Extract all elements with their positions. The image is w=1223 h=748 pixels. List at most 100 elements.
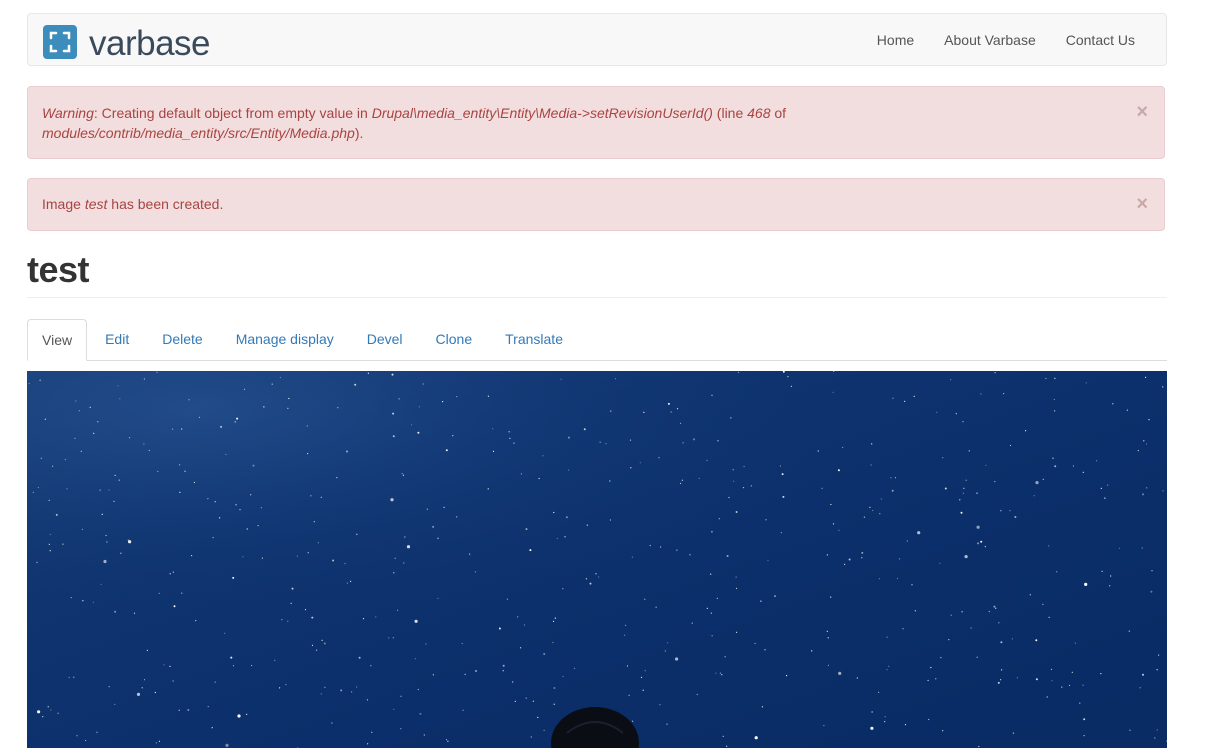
star: [830, 596, 832, 598]
starry-night-image: [27, 371, 1167, 748]
star: [629, 439, 632, 441]
star: [271, 383, 273, 385]
star: [532, 700, 534, 702]
status-text: Image: [42, 196, 85, 212]
star: [936, 411, 938, 413]
star: [880, 498, 882, 500]
star: [827, 637, 829, 639]
star: [296, 555, 298, 557]
star: [944, 487, 947, 490]
brand-link[interactable]: varbase: [43, 22, 211, 61]
star: [985, 464, 987, 466]
star: [955, 413, 957, 415]
page-title: test: [27, 249, 90, 290]
star: [728, 496, 730, 499]
title-divider: [27, 297, 1167, 298]
star: [961, 611, 963, 613]
star: [1082, 471, 1084, 473]
star: [224, 632, 226, 634]
star: [1014, 516, 1017, 518]
star: [679, 482, 682, 484]
star: [666, 723, 668, 725]
star: [764, 649, 766, 651]
star: [790, 385, 793, 387]
star: [456, 516, 458, 518]
star: [250, 494, 252, 496]
nav-item-home[interactable]: Home: [877, 32, 914, 48]
star: [886, 669, 888, 671]
tab-manage-display[interactable]: Manage display: [221, 319, 349, 359]
star: [994, 372, 996, 374]
star: [786, 675, 788, 677]
star: [595, 573, 597, 575]
star: [181, 592, 183, 594]
star: [1071, 671, 1073, 673]
star: [285, 684, 287, 686]
star: [863, 516, 866, 518]
star: [252, 464, 255, 467]
star: [118, 479, 120, 481]
star: [108, 686, 110, 688]
star: [1154, 737, 1156, 739]
star: [950, 379, 952, 381]
star: [980, 540, 983, 543]
star: [976, 492, 978, 494]
star: [1095, 460, 1098, 462]
star: [366, 699, 369, 701]
star: [891, 489, 894, 492]
star: [237, 714, 241, 718]
star: [626, 665, 629, 667]
star: [320, 496, 322, 498]
star: [445, 739, 448, 741]
star: [1083, 735, 1085, 737]
star: [997, 681, 1000, 684]
star: [879, 513, 881, 515]
star: [445, 449, 448, 452]
tab-translate[interactable]: Translate: [490, 319, 578, 359]
status-text: has been created.: [107, 196, 224, 212]
star: [398, 398, 400, 400]
star: [567, 436, 570, 439]
star: [968, 450, 970, 452]
tab-view[interactable]: View: [27, 319, 88, 361]
nav-item-contact[interactable]: Contact Us: [1066, 32, 1135, 48]
star: [114, 610, 117, 613]
star: [404, 536, 406, 538]
star: [316, 649, 318, 651]
tab-delete[interactable]: Delete: [147, 319, 217, 359]
star: [537, 716, 539, 718]
star: [391, 373, 394, 376]
tab-edit[interactable]: Edit: [90, 319, 144, 359]
star: [1139, 687, 1141, 689]
star: [1051, 680, 1053, 682]
close-icon[interactable]: ×: [1136, 102, 1148, 122]
star: [780, 532, 782, 534]
tab-devel[interactable]: Devel: [352, 319, 418, 359]
star: [520, 473, 522, 475]
star: [811, 650, 813, 652]
star: [589, 582, 592, 585]
nav-item-about[interactable]: About Varbase: [944, 32, 1036, 48]
star: [624, 634, 626, 636]
star: [553, 687, 556, 689]
star: [1000, 679, 1002, 681]
star: [894, 477, 897, 479]
star: [552, 620, 555, 622]
star: [543, 653, 546, 655]
star: [432, 525, 435, 528]
star: [736, 631, 738, 633]
star: [904, 724, 907, 726]
star: [1104, 497, 1106, 499]
tab-clone[interactable]: Clone: [421, 319, 488, 359]
close-icon[interactable]: ×: [1136, 194, 1148, 214]
star: [403, 562, 405, 564]
star: [870, 726, 874, 730]
star: [62, 543, 64, 545]
star: [114, 474, 116, 476]
star: [826, 554, 829, 556]
star: [970, 627, 972, 629]
star: [155, 742, 157, 744]
star: [782, 495, 785, 498]
star: [475, 670, 477, 672]
star: [837, 469, 840, 472]
